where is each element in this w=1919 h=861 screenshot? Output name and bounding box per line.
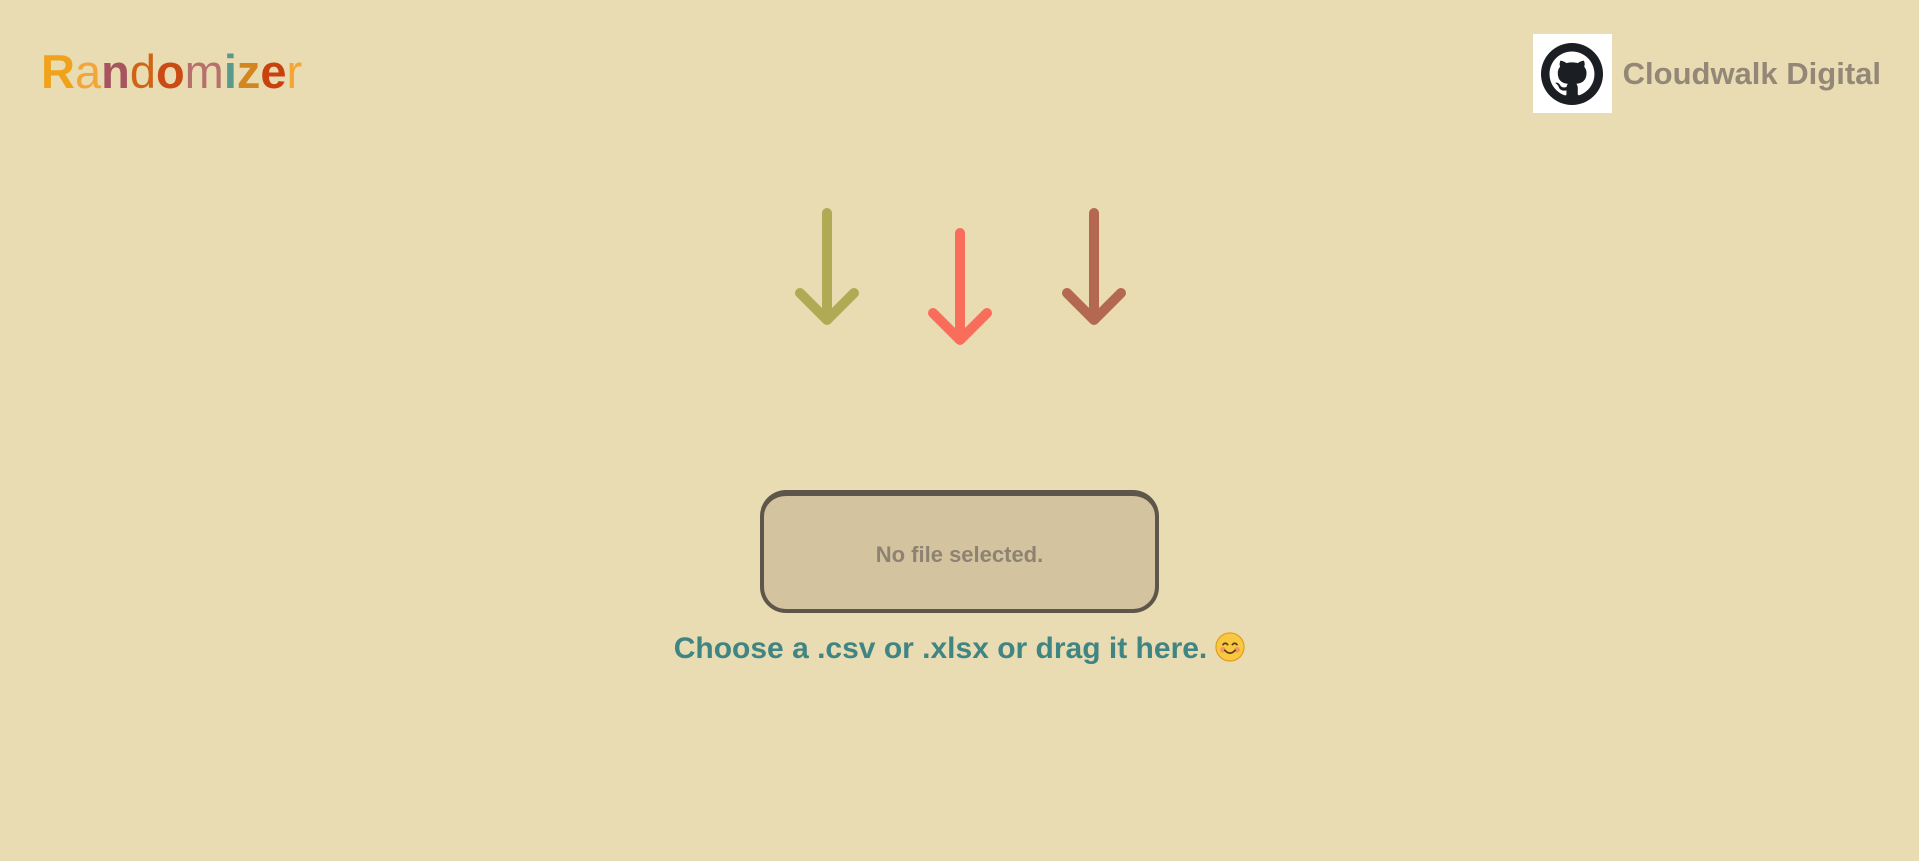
file-drop-zone[interactable]: No file selected. [760, 490, 1159, 613]
randomizer-logo[interactable]: R a n d o m i z e r [41, 44, 302, 100]
file-status-text: No file selected. [875, 541, 1044, 567]
logo-letter: e [260, 45, 287, 98]
github-link[interactable]: Cloudwalk Digital [1532, 34, 1881, 113]
logo-letter: z [236, 45, 261, 98]
upload-hint: Choose a .csv or .xlsx or drag it here. [0, 632, 1919, 666]
github-icon [1532, 34, 1612, 113]
logo-letter: a [74, 45, 102, 98]
page: R a n d o m i z e r Cloudwalk Digital No… [0, 0, 1919, 861]
upload-hint-text: Choose a .csv or .xlsx or drag it here. [673, 632, 1208, 665]
down-arrow-icon [1062, 208, 1126, 325]
logo-letter: i [223, 45, 237, 98]
logo-letter: m [184, 45, 224, 98]
logo-letter: n [101, 45, 130, 98]
logo-letter: r [286, 45, 303, 98]
logo-letter: d [129, 45, 156, 98]
down-arrow-icon [795, 208, 859, 325]
logo-letter: o [155, 45, 185, 98]
down-arrow-icon [928, 228, 992, 345]
smiling-face-icon [1215, 632, 1245, 662]
github-label: Cloudwalk Digital [1622, 55, 1881, 91]
logo-letter: R [41, 45, 75, 98]
